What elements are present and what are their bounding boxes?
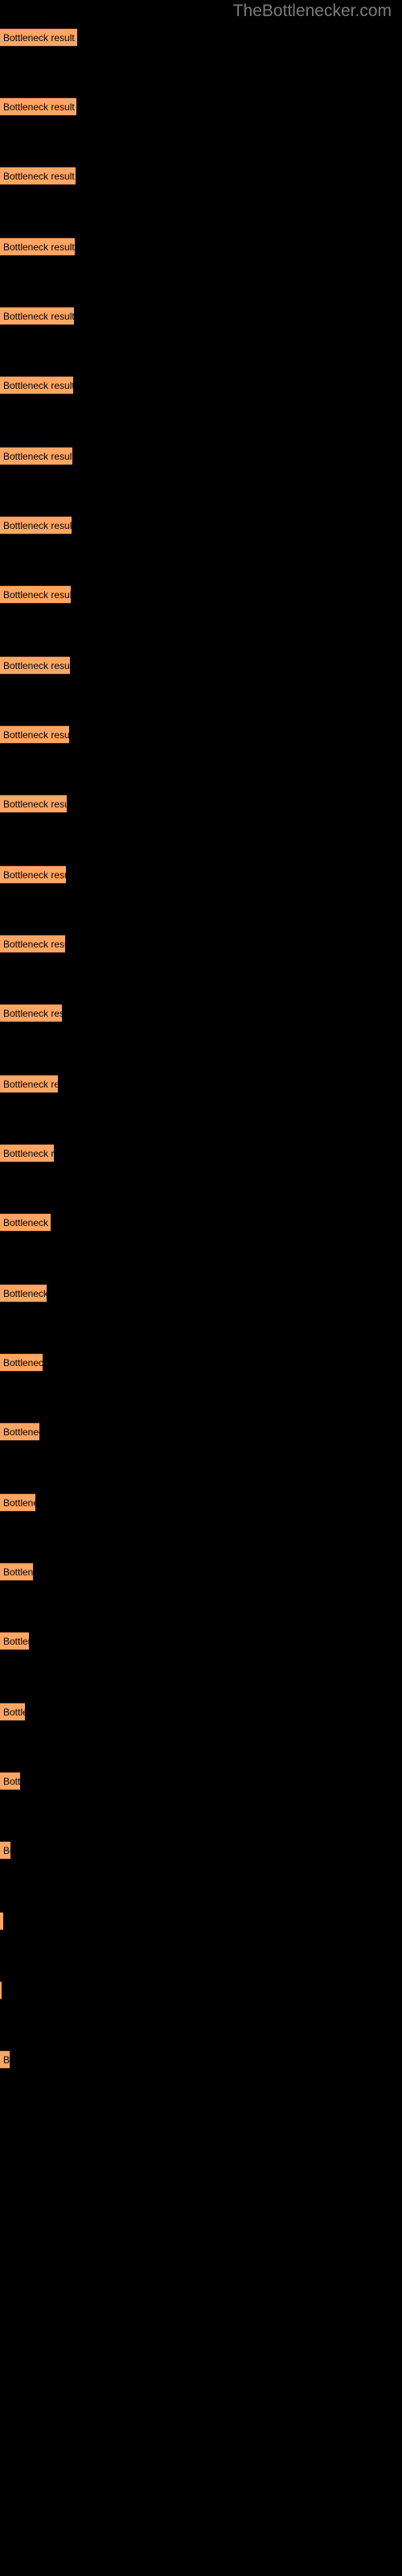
- bar-label: Bottleneck result: [3, 588, 71, 601]
- bar-26[interactable]: Bottleneck result: [0, 1772, 20, 1790]
- bar-10[interactable]: Bottleneck result: [0, 656, 70, 675]
- bar-label: Bottleneck result: [3, 729, 69, 741]
- bar-label: Bottleneck result: [3, 519, 72, 531]
- bar-label: Bottleneck result: [3, 1706, 25, 1718]
- bar-13[interactable]: Bottleneck result: [0, 865, 66, 884]
- bar-11[interactable]: Bottleneck result: [0, 725, 69, 744]
- bar-17[interactable]: Bottleneck result: [0, 1144, 54, 1162]
- bar-label: Bottleneck result: [3, 1496, 35, 1509]
- bar-18[interactable]: Bottleneck result: [0, 1213, 51, 1232]
- bar-21[interactable]: Bottleneck result: [0, 1422, 39, 1441]
- bar-label: Bottleneck result: [3, 241, 75, 253]
- bar-label: Bottleneck result: [3, 1844, 10, 1856]
- bar-label: Bottleneck result: [3, 1216, 51, 1228]
- bar-12[interactable]: Bottleneck result: [0, 795, 67, 813]
- bar-label: Bottleneck result: [3, 2054, 10, 2066]
- bar-label: Bottleneck result: [3, 938, 65, 950]
- bar-label: Bottleneck result: [3, 1356, 43, 1368]
- bar-label: Bottleneck result: [3, 798, 67, 810]
- bar-label: Bottleneck result: [3, 450, 72, 462]
- bar-29[interactable]: Bottleneck result: [0, 1981, 2, 2000]
- bar-25[interactable]: Bottleneck result: [0, 1703, 25, 1721]
- bar-5[interactable]: Bottleneck result: [0, 307, 74, 325]
- bar-label: Bottleneck result: [3, 1007, 62, 1019]
- bar-14[interactable]: Bottleneck result: [0, 935, 65, 953]
- bar-19[interactable]: Bottleneck result: [0, 1284, 47, 1302]
- bar-label: Bottleneck result: [3, 31, 75, 43]
- bar-label: Bottleneck result: [3, 1078, 58, 1090]
- bar-label: Bottleneck result: [3, 869, 66, 881]
- bar-label: Bottleneck result: [3, 1426, 39, 1438]
- bars-layer: Bottleneck result Bottleneck result Bottle…: [0, 0, 402, 2576]
- bar-4[interactable]: Bottleneck result: [0, 237, 75, 256]
- bar-label: Bottleneck result: [3, 379, 73, 391]
- bar-28[interactable]: Bottleneck result: [0, 1912, 3, 1930]
- bar-label: Bottleneck result: [3, 170, 75, 182]
- bar-15[interactable]: Bottleneck result: [0, 1004, 62, 1022]
- bar-22[interactable]: Bottleneck result: [0, 1493, 35, 1512]
- bottleneck-bar-chart: TheBottlenecker.com Bottleneck result Bot…: [0, 0, 402, 2576]
- bar-label: Bottleneck result: [3, 1287, 47, 1299]
- bar-23[interactable]: Bottleneck result: [0, 1563, 33, 1581]
- bar-label: Bottleneck result: [3, 659, 70, 671]
- bar-7[interactable]: Bottleneck result: [0, 447, 72, 465]
- bar-1[interactable]: Bottleneck result: [0, 28, 77, 47]
- bar-3[interactable]: Bottleneck result: [0, 167, 76, 185]
- bar-8[interactable]: Bottleneck result: [0, 516, 72, 535]
- bar-24[interactable]: Bottleneck result: [0, 1632, 29, 1650]
- bar-9[interactable]: Bottleneck result: [0, 585, 71, 604]
- bar-label: Bottleneck result: [3, 1775, 20, 1787]
- bar-label: Bottleneck result: [3, 310, 74, 322]
- bar-27[interactable]: Bottleneck result: [0, 1841, 10, 1860]
- bar-label: Bottleneck result: [3, 1147, 54, 1159]
- bar-2[interactable]: Bottleneck result: [0, 97, 76, 116]
- bar-label: Bottleneck result: [3, 101, 75, 113]
- bar-20[interactable]: Bottleneck result: [0, 1353, 43, 1372]
- bar-6[interactable]: Bottleneck result: [0, 376, 73, 394]
- bar-16[interactable]: Bottleneck result: [0, 1075, 58, 1093]
- bar-30[interactable]: Bottleneck result: [0, 2050, 10, 2069]
- bar-label: Bottleneck result: [3, 1566, 33, 1578]
- bar-label: Bottleneck result: [3, 1635, 29, 1647]
